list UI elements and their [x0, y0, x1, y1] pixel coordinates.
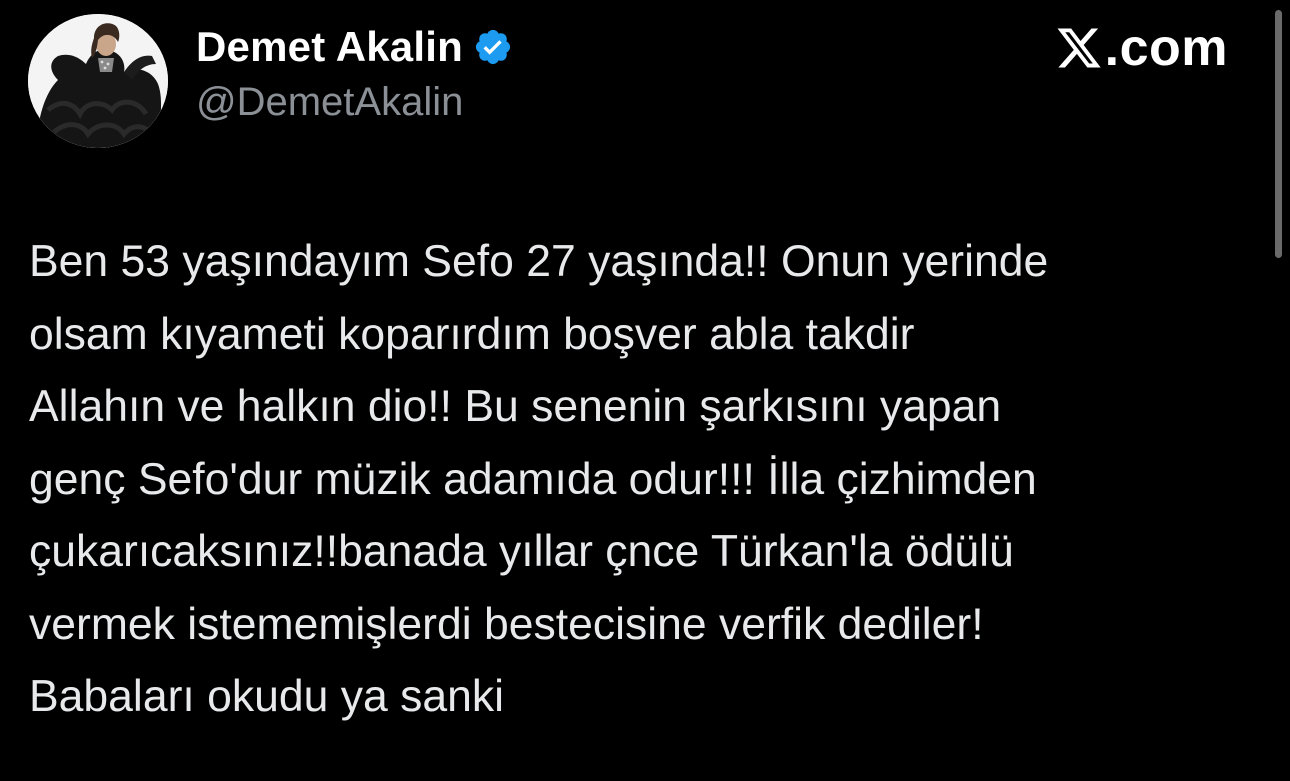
scrollbar[interactable]: [1275, 10, 1282, 258]
user-handle[interactable]: @DemetAkalin: [196, 80, 513, 125]
tweet-line: olsam kıyameti koparırdım boşver abla ta…: [29, 309, 915, 359]
tweet-line: vermek istememişlerdi bestecisine verfik…: [29, 599, 984, 649]
verified-check-icon: [473, 27, 513, 67]
display-name-row: Demet Akalin: [196, 20, 513, 74]
tweet-line: çukarıcaksınız!!banada yıllar çnce Türka…: [29, 527, 1014, 576]
tweet-line: genç Sefo'dur müzik adamıda odur!!! İlla…: [29, 454, 1037, 504]
user-info: Demet Akalin @DemetAkalin: [196, 20, 513, 125]
profile-avatar[interactable]: [28, 14, 168, 148]
tweet-text: Ben 53 yaşındayım Sefo 27 yaşında!! Onun…: [29, 226, 1259, 734]
x-logo-icon: [1055, 24, 1103, 72]
tweet-line: Babaları okudu ya sanki: [29, 672, 504, 721]
display-name[interactable]: Demet Akalin: [196, 23, 463, 71]
profile-avatar-image: [28, 14, 168, 148]
tweet-line: Ben 53 yaşındayım Sefo 27 yaşında!! Onun…: [29, 237, 1049, 286]
tweet-line: Allahın ve halkın dio!! Bu senenin şarkı…: [29, 382, 1002, 431]
site-logo: .com: [1055, 18, 1228, 78]
site-logo-text: .com: [1104, 19, 1228, 77]
